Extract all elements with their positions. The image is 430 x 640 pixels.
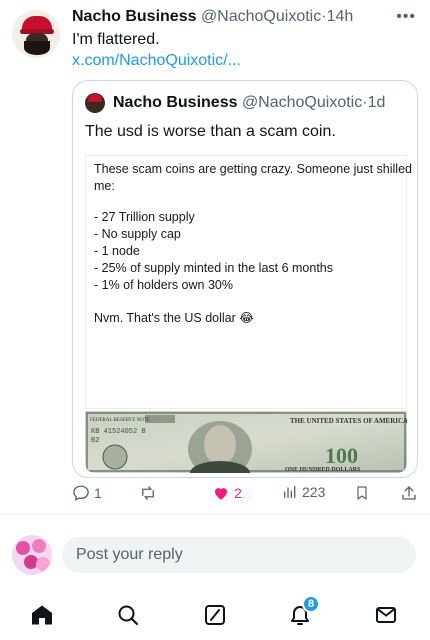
notifications-badge: 8 xyxy=(302,595,320,613)
more-options-icon[interactable]: ••• xyxy=(396,8,416,26)
repost-button[interactable] xyxy=(138,484,162,502)
share-icon xyxy=(402,486,416,500)
like-button[interactable]: 2 xyxy=(212,484,242,502)
note-line: - 27 Trillion supply xyxy=(94,210,195,224)
tweet-time[interactable]: 14h xyxy=(327,8,354,25)
reply-button[interactable]: 1 xyxy=(72,484,102,502)
envelope-icon xyxy=(376,607,396,623)
reply-input[interactable] xyxy=(62,537,416,573)
note-line: These scam coins are getting crazy. Some… xyxy=(94,162,412,176)
divider xyxy=(0,514,430,515)
bill-denomination: 100 xyxy=(325,443,358,468)
note-line: - 25% of supply minted in the last 6 mon… xyxy=(94,261,334,275)
user-avatar[interactable] xyxy=(12,535,52,575)
tweet-link[interactable]: x.com/NachoQuixotic/... xyxy=(72,52,241,70)
quoted-tweet[interactable]: Nacho Business @NachoQuixotic·1d The usd… xyxy=(72,80,418,478)
nav-grok[interactable] xyxy=(195,598,235,632)
quote-author-avatar[interactable] xyxy=(85,93,105,113)
author-avatar[interactable] xyxy=(12,10,60,58)
nav-messages[interactable] xyxy=(366,598,406,632)
hundred-dollar-bill-image[interactable]: FEDERAL RESERVE NOTE KB 41524052 B B2 TH… xyxy=(85,411,407,473)
reply-count: 1 xyxy=(94,485,102,501)
bill-header-text: FEDERAL RESERVE NOTE xyxy=(90,418,150,423)
bill-district: B2 xyxy=(91,437,99,445)
tweet-header: Nacho Business @NachoQuixotic·14h xyxy=(72,8,353,26)
heart-icon xyxy=(215,488,227,500)
like-count: 2 xyxy=(234,485,242,501)
nav-home[interactable] xyxy=(22,598,62,632)
bill-country: THE UNITED STATES OF AMERICA xyxy=(290,417,407,425)
bookmark-button[interactable] xyxy=(354,484,370,502)
note-line: - 1 node xyxy=(94,244,140,258)
quote-text: The usd is worse than a scam coin. xyxy=(85,123,336,140)
author-handle[interactable]: @NachoQuixotic xyxy=(201,8,321,25)
share-button[interactable] xyxy=(400,484,418,502)
reply-composer xyxy=(0,525,430,585)
note-line: - No supply cap xyxy=(94,227,181,241)
bottom-navigation: 8 xyxy=(0,590,430,640)
quote-image-note[interactable]: These scam coins are getting crazy. Some… xyxy=(85,155,412,409)
repost-icon xyxy=(142,486,154,500)
tweet-text: I'm flattered. xyxy=(72,31,160,48)
note-line: - 1% of holders own 30% xyxy=(94,278,233,292)
reply-icon xyxy=(73,485,89,501)
note-line: me: xyxy=(94,179,115,193)
bill-serial: KB 41524052 B xyxy=(91,428,146,436)
quote-time: 1d xyxy=(367,94,386,111)
grok-icon xyxy=(205,605,225,625)
home-icon xyxy=(32,605,52,625)
search-icon xyxy=(118,605,139,626)
views-icon xyxy=(284,486,296,498)
quote-author-name[interactable]: Nacho Business xyxy=(113,94,237,111)
bill-amount-text: ONE HUNDRED DOLLARS xyxy=(285,467,361,473)
views-count: 223 xyxy=(302,484,326,500)
quote-author-handle[interactable]: @NachoQuixotic xyxy=(242,94,362,111)
quote-header: Nacho Business @NachoQuixotic·1d xyxy=(113,94,385,112)
tweet-actions: 1 2 223 xyxy=(72,484,422,504)
note-line: Nvm. That's the US dollar 😂 xyxy=(94,311,254,325)
bookmark-icon xyxy=(357,486,367,500)
nav-search[interactable] xyxy=(108,598,148,632)
author-name[interactable]: Nacho Business xyxy=(72,8,196,25)
tweet: Nacho Business @NachoQuixotic·14h ••• I'… xyxy=(0,0,430,510)
nav-notifications[interactable]: 8 xyxy=(280,595,320,632)
views-button[interactable]: 223 xyxy=(282,484,325,500)
